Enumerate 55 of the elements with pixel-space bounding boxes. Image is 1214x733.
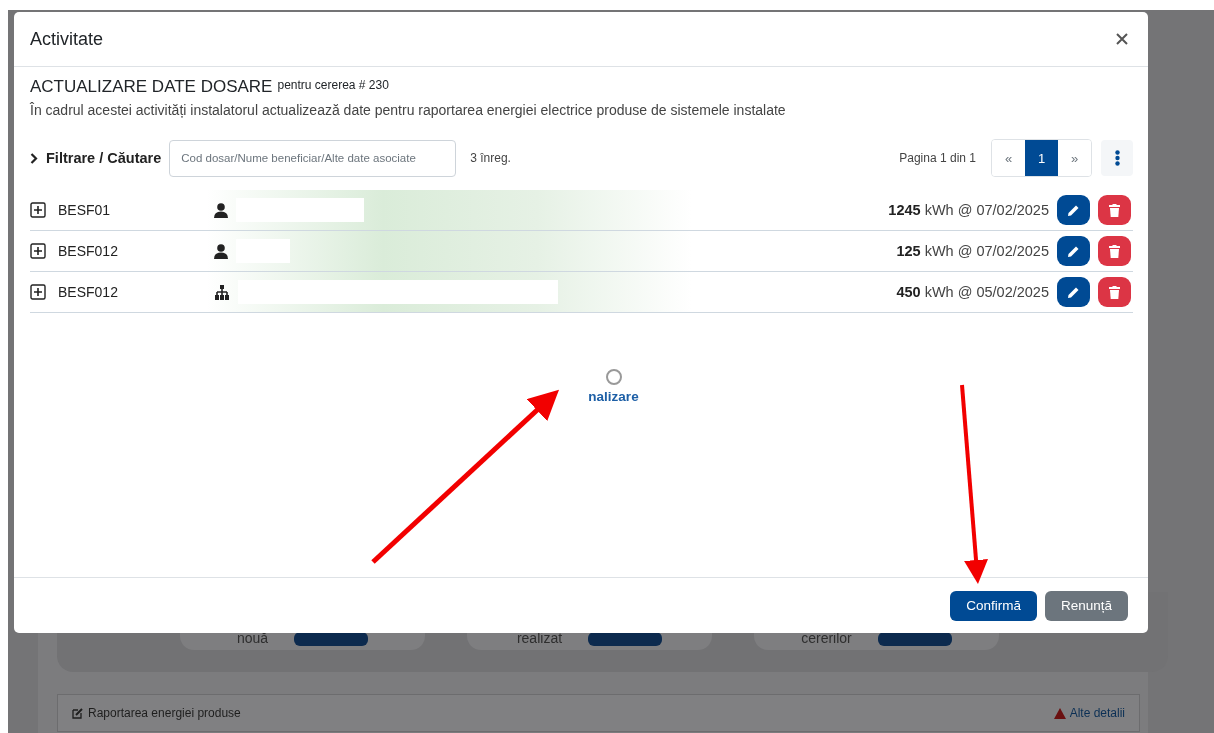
edit-button[interactable] xyxy=(1057,236,1090,266)
energy-reading: 1245 kWh @ 07/02/2025 xyxy=(888,202,1049,218)
description-text: În cadrul acestei activități instalatorul actualizează date pentru raportarea energiei electrice produse de sistemele instalate xyxy=(30,102,787,118)
close-button[interactable] xyxy=(1114,31,1130,47)
page-info: Pagina 1 din 1 xyxy=(899,151,976,165)
more-options-button[interactable] xyxy=(1101,140,1133,176)
trash-icon xyxy=(1109,203,1120,217)
edit-icon xyxy=(72,707,83,719)
close-icon xyxy=(1116,33,1128,45)
record-row[interactable]: BESF012 450 kWh @ 05/02/2025 xyxy=(30,272,1133,313)
expand-icon xyxy=(30,284,46,300)
person-icon xyxy=(214,243,228,259)
stat-label: nouă xyxy=(236,630,269,646)
edit-button[interactable] xyxy=(1057,277,1090,307)
more-options-icon xyxy=(1114,150,1120,166)
details-link-text: Alte detalii xyxy=(1069,706,1125,720)
pencil-icon xyxy=(1067,244,1080,258)
dialog-title: Activitate xyxy=(30,28,104,50)
expand-icon xyxy=(30,202,46,218)
request-number: pentru cererea # 230 xyxy=(277,78,389,92)
section-title-text: Raportarea energiei produse xyxy=(88,706,241,720)
filter-toggle[interactable]: Filtrare / Căutare xyxy=(30,150,162,166)
energy-reading: 125 kWh @ 07/02/2025 xyxy=(896,243,1049,259)
chevron-icon xyxy=(30,152,38,164)
file-code: BESF012 xyxy=(58,284,119,300)
person-icon xyxy=(214,202,228,218)
record-count: 3 înreg. xyxy=(470,151,511,165)
stat-label: realizat xyxy=(516,630,563,646)
page-button[interactable]: 1 xyxy=(1025,140,1058,176)
cancel-button[interactable]: Renunță xyxy=(1044,590,1128,621)
expand-button[interactable] xyxy=(30,243,46,259)
section-heading: ACTUALIZARE DATE DOSARE xyxy=(30,77,273,97)
org-chart-icon xyxy=(214,284,230,300)
trash-icon xyxy=(1109,285,1120,299)
warning-icon xyxy=(1053,707,1066,719)
edit-button[interactable] xyxy=(1057,195,1090,225)
pencil-icon xyxy=(1067,203,1080,217)
expand-icon xyxy=(30,243,46,259)
expand-button[interactable] xyxy=(30,202,46,218)
delete-button[interactable] xyxy=(1098,277,1131,307)
radio-button[interactable] xyxy=(605,369,622,385)
stat-label: cererilor xyxy=(801,630,852,646)
delete-button[interactable] xyxy=(1098,195,1131,225)
trash-icon xyxy=(1109,244,1120,258)
search-field[interactable]: Cod dosar/Nume beneficiar/Alte date asociate xyxy=(169,139,457,177)
expand-button[interactable] xyxy=(30,284,46,300)
record-row[interactable]: BESF012 125 kWh @ 07/02/2025 xyxy=(30,231,1133,272)
file-code: BESF012 xyxy=(58,243,119,259)
file-code: BESF01 xyxy=(58,202,112,218)
finalize-link[interactable]: nalizare xyxy=(588,389,639,404)
energy-reading: 450 kWh @ 05/02/2025 xyxy=(896,284,1049,300)
record-row[interactable]: BESF01 1245 kWh @ 07/02/2025 xyxy=(30,190,1133,231)
pencil-icon xyxy=(1067,285,1080,299)
confirm-button[interactable]: Confirmă xyxy=(950,590,1037,621)
delete-button[interactable] xyxy=(1098,236,1131,266)
